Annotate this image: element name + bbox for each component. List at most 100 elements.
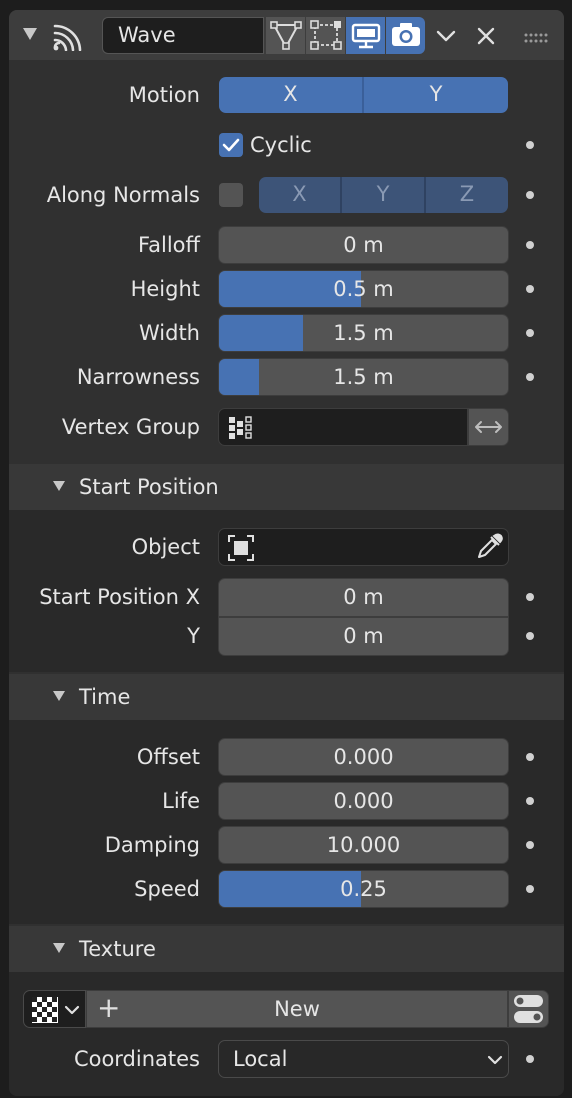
texture-expand-icon [53, 943, 65, 953]
life-keyframe-dot[interactable] [526, 797, 534, 805]
invert-arrows-icon [475, 421, 502, 433]
vertex-group-invert-button[interactable] [468, 408, 509, 446]
vertex-group-field[interactable] [218, 408, 468, 446]
new-texture-button[interactable]: + New [86, 990, 508, 1028]
falloff-value: 0 m [343, 233, 384, 257]
falloff-keyframe-dot[interactable] [526, 241, 534, 249]
start-position-y-keyframe-dot[interactable] [526, 632, 534, 640]
start-position-x-field[interactable]: 0 m [218, 578, 509, 617]
offset-label: Offset [136, 745, 200, 769]
realtime-display-icon [351, 23, 381, 49]
width-label: Width [138, 321, 200, 345]
wave-modifier-icon [53, 24, 82, 51]
speed-label: Speed [134, 877, 200, 901]
modifier-name-text: Wave [118, 23, 176, 47]
start-position-x-value: 0 m [343, 585, 384, 609]
life-label: Life [162, 789, 200, 813]
motion-toggle-group: X Y [219, 77, 508, 113]
start-position-y-field[interactable]: 0 m [218, 617, 509, 656]
object-field[interactable] [218, 528, 509, 566]
vertex-group-label: Vertex Group [61, 415, 200, 439]
coordinates-dropdown[interactable]: Local [218, 1040, 509, 1078]
width-slider[interactable]: 1.5 m [218, 314, 509, 352]
collapse-toggle[interactable] [23, 28, 37, 40]
along-normals-checkbox[interactable] [219, 183, 243, 207]
start-position-x-keyframe-dot[interactable] [526, 593, 534, 601]
along-normals-x-button[interactable]: X [259, 177, 340, 213]
height-label: Height [130, 277, 200, 301]
start-position-header[interactable]: Start Position [9, 464, 564, 510]
start-position-body: Object Start Position X 0 m Y 0 m [9, 510, 564, 672]
along-normals-z-button[interactable]: Z [426, 177, 508, 213]
life-field[interactable]: 0.000 [218, 782, 509, 820]
start-position-title: Start Position [79, 475, 219, 499]
drag-handle-icon [524, 33, 548, 43]
falloff-field[interactable]: 0 m [218, 226, 509, 264]
realtime-display-toggle[interactable] [345, 17, 385, 54]
checkmark-icon [222, 138, 240, 152]
narrowness-label: Narrowness [76, 365, 200, 389]
offset-field[interactable]: 0.000 [218, 738, 509, 776]
motion-x-button[interactable]: X [219, 77, 362, 113]
chevron-down-icon [64, 1005, 80, 1015]
narrowness-value: 1.5 m [333, 365, 394, 389]
offset-keyframe-dot[interactable] [526, 753, 534, 761]
along-normals-axis-group: X Y Z [259, 177, 508, 213]
speed-value: 0.25 [340, 877, 387, 901]
speed-keyframe-dot[interactable] [526, 885, 534, 893]
object-icon [228, 535, 254, 561]
height-slider[interactable]: 0.5 m [218, 270, 509, 308]
speed-slider[interactable]: 0.25 [218, 870, 509, 908]
render-toggle[interactable] [385, 17, 425, 54]
narrowness-slider[interactable]: 1.5 m [218, 358, 509, 396]
remove-modifier-button[interactable] [471, 21, 501, 51]
cage-icon [310, 20, 342, 50]
render-camera-icon [392, 23, 420, 46]
along-normals-y-button[interactable]: Y [342, 177, 424, 213]
coordinates-keyframe-dot[interactable] [526, 1055, 534, 1063]
coordinates-label: Coordinates [73, 1047, 200, 1071]
cyclic-checkbox[interactable] [219, 133, 243, 157]
texture-header[interactable]: Texture [9, 926, 564, 972]
time-header[interactable]: Time [9, 674, 564, 720]
coordinates-value: Local [233, 1047, 288, 1071]
wave-modifier-panel: Wave Motion X Y Cyclic Along Normals X Y… [9, 10, 564, 1096]
damping-field[interactable]: 10.000 [218, 826, 509, 864]
eyedropper-icon[interactable] [475, 533, 503, 561]
texture-title: Texture [79, 937, 156, 961]
modifier-name-field[interactable]: Wave [102, 17, 264, 54]
along-normals-keyframe-dot[interactable] [526, 191, 534, 199]
start-position-y-label: Y [187, 624, 200, 648]
life-value: 0.000 [333, 789, 394, 813]
motion-label: Motion [128, 83, 200, 107]
texture-body: + New Coordinates Local [9, 972, 564, 1096]
drag-handle[interactable] [523, 27, 549, 43]
texture-properties-button[interactable] [508, 990, 549, 1028]
new-texture-label: New [274, 997, 320, 1021]
texture-browse-button[interactable] [23, 990, 86, 1028]
start-position-y-value: 0 m [343, 624, 384, 648]
chevron-down-icon [436, 30, 456, 42]
checkerboard-texture-icon [32, 997, 58, 1023]
width-keyframe-dot[interactable] [526, 329, 534, 337]
toggle-switch-icon [514, 995, 543, 1023]
start-position-x-label: Start Position X [39, 585, 200, 609]
edit-mode-toggle[interactable] [265, 17, 305, 54]
falloff-label: Falloff [137, 233, 200, 257]
motion-y-button[interactable]: Y [364, 77, 508, 113]
close-icon [477, 27, 495, 45]
along-normals-label: Along Normals [46, 183, 200, 207]
cage-toggle[interactable] [305, 17, 345, 54]
start-position-expand-icon [53, 481, 65, 491]
height-keyframe-dot[interactable] [526, 285, 534, 293]
object-label: Object [131, 535, 200, 559]
damping-value: 10.000 [326, 833, 401, 857]
height-value: 0.5 m [333, 277, 394, 301]
cyclic-keyframe-dot[interactable] [526, 141, 534, 149]
offset-value: 0.000 [333, 745, 394, 769]
narrowness-keyframe-dot[interactable] [526, 373, 534, 381]
modifier-menu-button[interactable] [426, 17, 466, 54]
damping-keyframe-dot[interactable] [526, 841, 534, 849]
time-body: Offset 0.000 Life 0.000 Damping 10.000 S… [9, 720, 564, 924]
width-value: 1.5 m [333, 321, 394, 345]
